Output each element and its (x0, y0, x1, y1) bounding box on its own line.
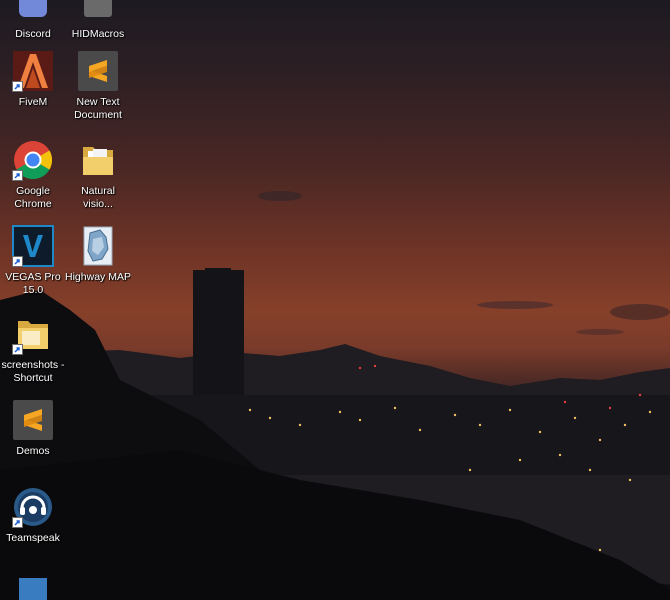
icon-label: Teamspeak (6, 532, 60, 544)
desktop-icon-google-chrome[interactable]: Google Chrome (0, 139, 66, 211)
map-icon (77, 225, 119, 267)
vegas-pro-icon (12, 225, 54, 267)
partial-icon (12, 572, 54, 600)
sublime-text-icon (12, 399, 54, 441)
desktop-icon-discord[interactable]: Discord (0, 0, 66, 41)
desktop-icon-vegas-pro[interactable]: VEGAS Pro 15.0 (0, 225, 66, 297)
shortcut-arrow-icon (12, 344, 23, 355)
icon-label: FiveM (18, 96, 48, 108)
sublime-text-icon (77, 50, 119, 92)
icon-label: screenshots - Shortcut (1, 359, 65, 384)
desktop-icon-new-text-document[interactable]: New Text Document (65, 50, 131, 122)
shortcut-arrow-icon (12, 256, 23, 267)
chrome-icon (12, 139, 54, 181)
desktop-icon-partial[interactable] (0, 572, 66, 600)
desktop-icon-fivem[interactable]: FiveM (0, 50, 66, 109)
icon-label: Demos (16, 445, 50, 457)
desktop-icon-teamspeak[interactable]: Teamspeak (0, 486, 66, 545)
icon-label: New Text Document (74, 96, 122, 121)
desktop-icon-demos[interactable]: Demos (0, 399, 66, 458)
desktop-icon-highway-map[interactable]: Highway MAP (65, 225, 131, 284)
desktop-icon-natural-vision[interactable]: Natural visio... (65, 139, 131, 211)
desktop-icon-screenshots-shortcut[interactable]: screenshots - Shortcut (0, 313, 66, 385)
icon-label: VEGAS Pro 15.0 (5, 271, 61, 296)
icon-label: Discord (15, 28, 51, 40)
desktop-icon-hidmacros[interactable]: HIDMacros (65, 0, 131, 41)
shortcut-arrow-icon (12, 517, 23, 528)
folder-icon (77, 139, 119, 181)
folder-shortcut-icon (12, 313, 54, 355)
discord-icon (12, 0, 54, 24)
hidmacros-icon (77, 0, 119, 24)
desktop: Discord FiveM Google Chrome VEGAS Pro 15… (0, 0, 670, 600)
teamspeak-icon (12, 486, 54, 528)
fivem-icon (12, 50, 54, 92)
shortcut-arrow-icon (12, 170, 23, 181)
icon-label: HIDMacros (71, 28, 125, 40)
icon-label: Google Chrome (14, 185, 52, 210)
icon-label: Natural visio... (81, 185, 115, 210)
shortcut-arrow-icon (12, 81, 23, 92)
icon-label: Highway MAP (65, 271, 131, 283)
